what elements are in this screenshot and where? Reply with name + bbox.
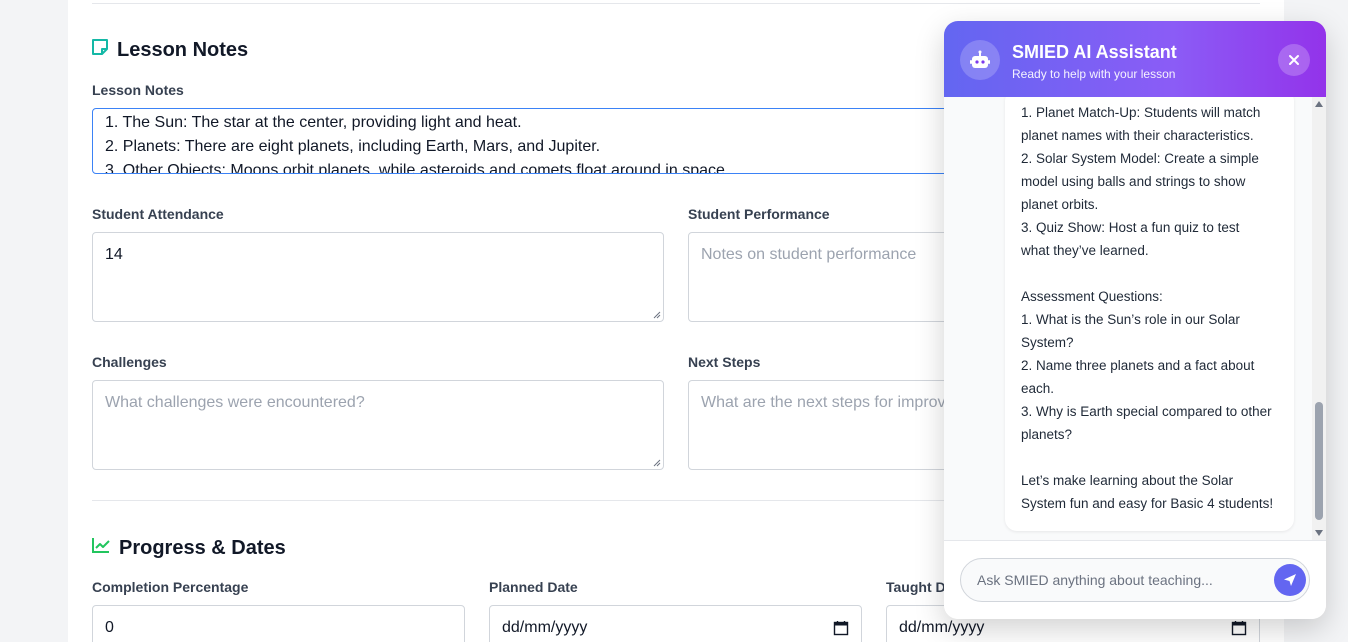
challenges-placeholder: What challenges were encountered? (105, 394, 365, 411)
completion-input[interactable]: 0 (92, 605, 465, 642)
scroll-down-arrow-icon[interactable] (1315, 530, 1323, 536)
send-button[interactable] (1274, 564, 1306, 596)
planned-date-input[interactable]: dd/mm/yyyy (489, 605, 862, 642)
lesson-notes-label: Lesson Notes (92, 82, 184, 98)
message-line: 1. What is the Sun’s role in our Solar (1021, 312, 1240, 327)
challenges-label: Challenges (92, 354, 167, 370)
next-steps-label: Next Steps (688, 354, 761, 370)
planned-date-value: dd/mm/yyyy (502, 619, 588, 636)
lesson-notes-textarea[interactable]: 1. The Sun: The star at the center, prov… (92, 108, 962, 174)
lesson-notes-line: 1. The Sun: The star at the center, prov… (105, 114, 522, 131)
lesson-notes-section-title: Lesson Notes (91, 38, 248, 62)
send-icon (1284, 574, 1296, 586)
assistant-message: 1. Planet Match-Up: Students will match … (1005, 97, 1294, 531)
message-line (1021, 262, 1278, 285)
scroll-up-arrow-icon[interactable] (1315, 101, 1323, 107)
message-line: model using balls and strings to show (1021, 174, 1246, 189)
chat-messages[interactable]: 1. Planet Match-Up: Students will match … (944, 97, 1326, 540)
scroll-thumb[interactable] (1315, 402, 1323, 520)
message-line: what they’ve learned. (1021, 243, 1149, 258)
robot-icon (960, 40, 1000, 80)
next-steps-placeholder: What are the next steps for improv (701, 394, 946, 411)
chat-title: SMIED AI Assistant (1012, 42, 1177, 62)
resize-handle-icon[interactable] (653, 311, 661, 319)
calendar-icon[interactable] (1231, 620, 1247, 636)
resize-handle-icon[interactable] (653, 459, 661, 467)
message-line: each. (1021, 381, 1055, 396)
note-icon (91, 38, 109, 62)
message-line: planet orbits. (1021, 197, 1099, 212)
message-line (1021, 446, 1278, 469)
close-icon (1289, 55, 1299, 65)
message-line: 3. Why is Earth special compared to othe… (1021, 404, 1272, 419)
performance-textarea[interactable]: Notes on student performance (688, 232, 958, 322)
message-line: 2. Name three planets and a fact about (1021, 358, 1255, 373)
attendance-label: Student Attendance (92, 206, 224, 222)
trending-up-chart-icon (91, 536, 111, 560)
progress-section-title: Progress & Dates (91, 536, 286, 560)
chat-subtitle: Ready to help with your lesson (1012, 67, 1176, 81)
chat-header: SMIED AI Assistant Ready to help with yo… (944, 21, 1326, 97)
performance-placeholder: Notes on student performance (701, 246, 917, 263)
chat-input-placeholder: Ask SMIED anything about teaching... (977, 572, 1213, 588)
attendance-value: 14 (105, 246, 123, 263)
message-line: planet names with their characteristics. (1021, 128, 1254, 143)
completion-value: 0 (105, 619, 114, 636)
message-line: System? (1021, 335, 1074, 350)
chat-input[interactable]: Ask SMIED anything about teaching... (960, 558, 1310, 602)
calendar-icon[interactable] (833, 620, 849, 636)
message-line: 3. Quiz Show: Host a fun quiz to test (1021, 220, 1240, 235)
taught-date-value: dd/mm/yyyy (899, 619, 985, 636)
message-line: Assessment Questions: (1021, 289, 1163, 304)
ai-assistant-chat-panel: SMIED AI Assistant Ready to help with yo… (944, 21, 1326, 619)
chat-footer: Ask SMIED anything about teaching... (944, 540, 1326, 619)
lesson-notes-line: 3. Other Objects: Moons orbit planets, w… (105, 162, 730, 174)
challenges-textarea[interactable]: What challenges were encountered? (92, 380, 664, 470)
section-title-text: Lesson Notes (117, 38, 249, 61)
close-chat-button[interactable] (1278, 44, 1310, 76)
performance-label: Student Performance (688, 206, 830, 222)
message-line: 2. Solar System Model: Create a simple (1021, 151, 1259, 166)
completion-label: Completion Percentage (92, 579, 249, 595)
chat-scrollbar[interactable] (1312, 97, 1326, 540)
message-line: System fun and easy for Basic 4 students… (1021, 496, 1274, 511)
message-line: Let’s make learning about the Solar (1021, 473, 1234, 488)
section-title-text: Progress & Dates (119, 536, 286, 559)
attendance-textarea[interactable]: 14 (92, 232, 664, 322)
next-steps-textarea[interactable]: What are the next steps for improv (688, 380, 958, 470)
planned-date-label: Planned Date (489, 579, 578, 595)
lesson-notes-line: 2. Planets: There are eight planets, inc… (105, 138, 601, 155)
message-line: 1. Planet Match-Up: Students will match (1021, 105, 1261, 120)
message-line: planets? (1021, 427, 1073, 442)
taught-date-label: Taught D (886, 579, 946, 595)
divider (92, 3, 1260, 4)
